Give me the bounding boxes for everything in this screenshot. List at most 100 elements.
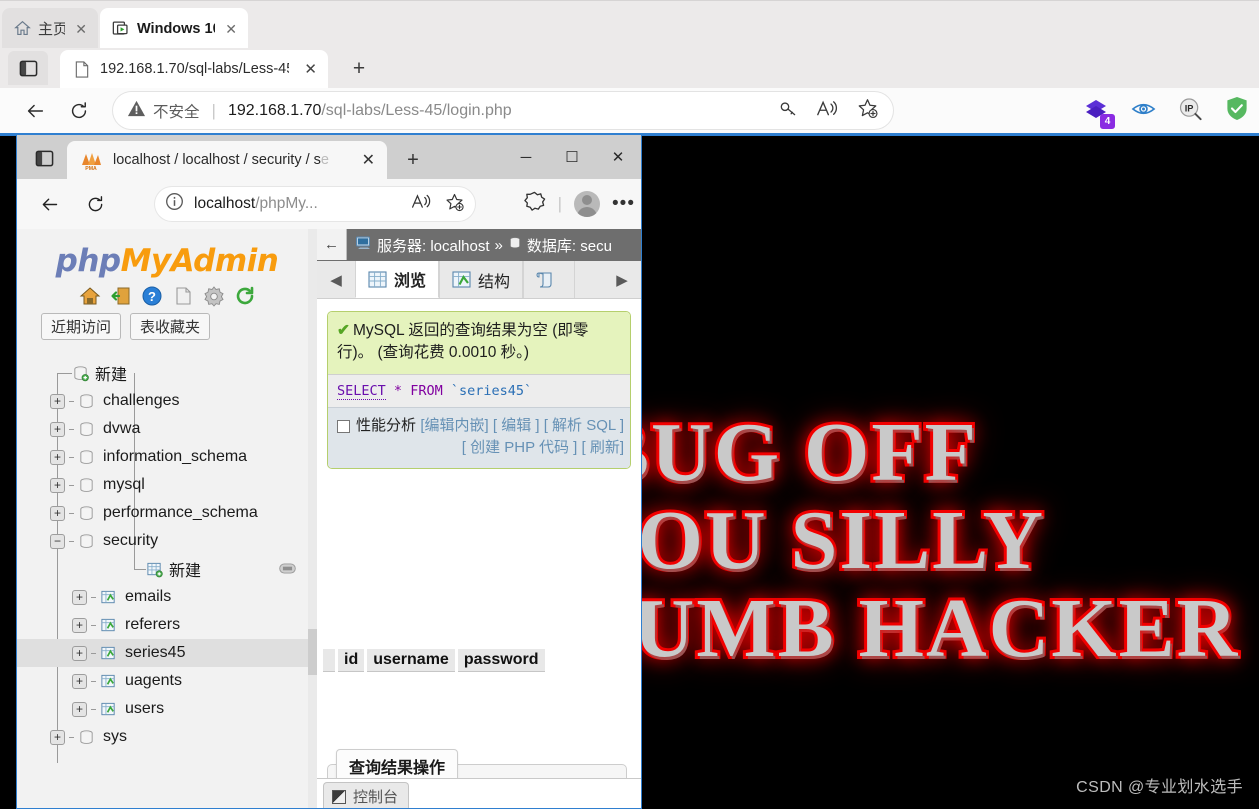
tree-node-referers[interactable]: + referers <box>17 611 316 639</box>
tree-node-label: security <box>103 532 159 549</box>
expand-icon[interactable]: + <box>50 477 65 493</box>
expand-icon[interactable]: + <box>50 449 65 465</box>
column-header-id[interactable]: id <box>338 648 365 672</box>
tree-node-security[interactable]: − security <box>17 527 316 555</box>
expand-icon[interactable]: + <box>72 617 87 633</box>
security-status[interactable]: 不安全 <box>127 99 200 123</box>
close-icon[interactable]: ✕ <box>299 57 322 81</box>
expand-icon[interactable]: + <box>50 505 65 521</box>
settings-more-icon[interactable]: ••• <box>612 193 635 215</box>
phpmyadmin-logo[interactable]: phpMyAdmin <box>17 243 317 279</box>
reload-icon[interactable] <box>234 285 256 307</box>
edit-inline-link[interactable]: [编辑内嵌] <box>420 417 488 434</box>
tree-node-new-table[interactable]: 新建 <box>17 555 316 583</box>
tree-connector <box>57 372 72 374</box>
avatar[interactable] <box>574 191 601 217</box>
close-icon[interactable]: ✕ <box>222 20 240 38</box>
tree-node-challenges[interactable]: + challenges <box>17 387 316 415</box>
minimize-button[interactable]: ─ <box>503 135 549 179</box>
tree-node-sys[interactable]: + sys <box>17 723 316 751</box>
new-tab-button[interactable]: + <box>345 55 373 83</box>
ip-lookup-icon[interactable]: IP <box>1178 97 1203 126</box>
vm-tab-home[interactable]: 主页 ✕ <box>2 8 98 49</box>
sidebar-toggle-icon[interactable] <box>8 51 48 85</box>
read-aloud-icon[interactable] <box>411 192 432 216</box>
tree-node-new-db[interactable]: 新建 <box>17 359 316 387</box>
inner-address-bar[interactable]: localhost/phpMy... <box>155 187 475 221</box>
expand-icon[interactable]: + <box>50 393 65 409</box>
refresh-link[interactable]: [ 刷新] <box>581 439 624 456</box>
collapse-icon[interactable]: − <box>50 533 65 549</box>
maximize-button[interactable]: ☐ <box>549 135 595 179</box>
navigation-scrollbar[interactable] <box>308 229 317 808</box>
expand-icon[interactable]: + <box>72 589 87 605</box>
address-bar[interactable]: 不安全 | 192.168.1.70/sql-labs/Less-45/logi… <box>113 92 893 129</box>
sql-keyword-select[interactable]: SELECT <box>337 382 386 400</box>
breadcrumb-server-label[interactable]: 服务器: localhost <box>377 235 490 256</box>
create-php-code-link[interactable]: [ 创建 PHP 代码 ] <box>462 439 578 456</box>
column-header-password[interactable]: password <box>457 648 545 672</box>
expand-icon[interactable]: + <box>72 673 87 689</box>
tree-node-performance-schema[interactable]: + performance_schema <box>17 499 316 527</box>
new-tab-button[interactable]: + <box>400 147 426 173</box>
profiling-checkbox[interactable] <box>337 419 350 433</box>
vm-tab-windows10[interactable]: Windows 10 ✕ <box>100 8 248 49</box>
tree-node-emails[interactable]: + emails <box>17 583 316 611</box>
virtual-machine-icon <box>112 20 130 37</box>
edit-link[interactable]: [ 编辑 ] <box>493 417 540 434</box>
tree-node-mysql[interactable]: + mysql <box>17 471 316 499</box>
outer-browser-active-tab[interactable]: 192.168.1.70/sql-labs/Less-45/log ✕ <box>60 50 328 88</box>
info-circle-icon[interactable] <box>165 192 184 216</box>
tab-sql[interactable] <box>523 261 576 298</box>
server-icon <box>356 236 372 254</box>
recent-tables-button[interactable]: 近期访问 <box>41 313 122 340</box>
close-icon[interactable]: ✕ <box>72 20 90 38</box>
add-favorite-icon[interactable] <box>444 192 465 217</box>
tree-node-dvwa[interactable]: + dvwa <box>17 415 316 443</box>
tree-node-information-schema[interactable]: + information_schema <box>17 443 316 471</box>
phpmyadmin-tab-bar: ◀ 浏览 结构 ▶ <box>317 261 641 299</box>
sidebar-toggle-icon[interactable] <box>25 143 63 173</box>
password-key-icon[interactable] <box>778 98 799 124</box>
expand-icon[interactable]: + <box>50 421 65 437</box>
database-icon <box>78 533 95 550</box>
browser-essentials-icon[interactable] <box>523 190 546 218</box>
inner-address-url: localhost/phpMy... <box>194 195 318 212</box>
expand-icon[interactable]: + <box>50 729 65 745</box>
reload-button[interactable] <box>79 188 111 220</box>
home-icon[interactable] <box>79 285 101 307</box>
console-toggle-button[interactable]: 控制台 <box>323 782 410 808</box>
breadcrumb-db-label[interactable]: 数据库: secu <box>527 235 612 256</box>
page-document-icon <box>74 60 90 78</box>
explain-sql-link[interactable]: [ 解析 SQL ] <box>544 417 624 434</box>
tree-node-series45[interactable]: + series45 <box>17 639 316 667</box>
back-button[interactable] <box>18 94 52 128</box>
tree-node-label: dvwa <box>103 420 141 437</box>
extension-badge-icon[interactable]: 4 <box>1085 99 1115 129</box>
tree-node-users[interactable]: + users <box>17 695 316 723</box>
add-favorite-icon[interactable] <box>856 97 879 124</box>
reload-button[interactable] <box>62 94 96 128</box>
tab-structure[interactable]: 结构 <box>439 261 524 298</box>
expand-icon[interactable]: + <box>72 701 87 717</box>
favorite-tables-button[interactable]: 表收藏夹 <box>130 313 211 340</box>
inner-browser-active-tab[interactable]: PMA localhost / localhost / security / s… <box>67 141 387 179</box>
tab-browse[interactable]: 浏览 <box>355 261 440 298</box>
settings-gear-icon[interactable] <box>203 285 225 307</box>
copy-icon[interactable] <box>172 285 194 307</box>
back-button[interactable] <box>33 188 65 220</box>
help-docs-icon[interactable]: ? <box>141 285 163 307</box>
scrollbar-thumb[interactable] <box>308 629 317 675</box>
tree-node-uagents[interactable]: + uagents <box>17 667 316 695</box>
adblock-shield-icon[interactable] <box>1225 96 1249 126</box>
eye-extension-icon[interactable] <box>1131 99 1156 124</box>
column-header-username[interactable]: username <box>367 648 455 672</box>
logout-icon[interactable] <box>110 285 132 307</box>
tabs-scroll-right-icon[interactable]: ▶ <box>603 261 641 298</box>
tabs-scroll-left-icon[interactable]: ◀ <box>317 261 355 298</box>
expand-icon[interactable]: + <box>72 645 87 661</box>
breadcrumb-back-button[interactable]: ← <box>317 229 347 260</box>
read-aloud-icon[interactable] <box>816 98 839 124</box>
close-icon[interactable]: ✕ <box>356 148 381 172</box>
close-button[interactable]: ✕ <box>595 135 641 179</box>
